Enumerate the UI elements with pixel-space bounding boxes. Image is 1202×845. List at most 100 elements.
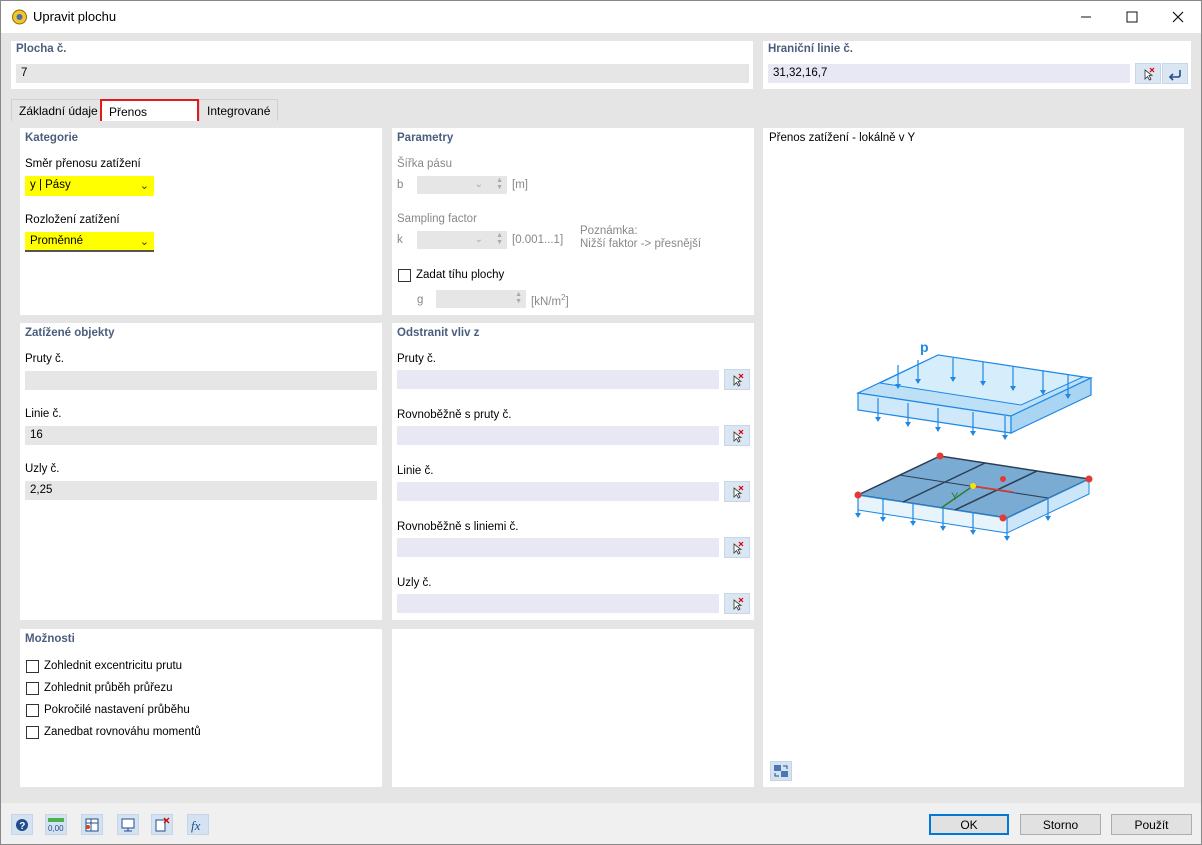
- preview-title: Přenos zatížení - lokálně v Y: [769, 132, 916, 144]
- formula-button[interactable]: fx: [187, 814, 209, 835]
- pick-nodes-button[interactable]: [724, 593, 750, 614]
- tab-integrated[interactable]: Integrované: [199, 99, 279, 121]
- pick-parallel-members-button[interactable]: [724, 425, 750, 446]
- surface-number-panel: Plocha č. 7: [11, 41, 753, 89]
- surface-number-field[interactable]: 7: [16, 64, 749, 83]
- close-icon: [1172, 11, 1184, 23]
- pick-cursor-icon: [733, 597, 744, 611]
- function-icon: fx: [191, 818, 201, 833]
- self-weight-checkbox[interactable]: [398, 269, 411, 282]
- strip-width-spinner[interactable]: ⌄ ▲ ▼: [417, 176, 507, 194]
- minimize-icon: [1081, 16, 1091, 18]
- exclude-nodes-field[interactable]: [397, 594, 719, 613]
- members-label: Pruty č.: [25, 353, 64, 365]
- exclude-parallel-members-field[interactable]: [397, 426, 719, 445]
- apply-button[interactable]: Použít: [1111, 814, 1192, 835]
- option-label: Pokročilé nastavení průběhu: [44, 704, 190, 716]
- options-panel: Možnosti Zohlednit excentricitu prutu Zo…: [20, 629, 382, 787]
- distribution-select[interactable]: Proměnné ⌄: [25, 232, 154, 252]
- undo-arrow-icon: [1168, 69, 1181, 81]
- option-checkbox[interactable]: [26, 682, 39, 695]
- spin-arrows-icon[interactable]: ▲ ▼: [496, 177, 503, 191]
- pick-lines-button[interactable]: [724, 481, 750, 502]
- help-button[interactable]: ?: [11, 814, 33, 835]
- exclude-title: Odstranit vliv z: [397, 327, 480, 339]
- option-label: Zohlednit průběh průřezu: [44, 682, 173, 694]
- units-button[interactable]: 0,00: [45, 814, 67, 835]
- direction-select[interactable]: y | Pásy ⌄: [25, 176, 154, 196]
- view-toggle-button[interactable]: [770, 761, 792, 781]
- exclude-parallel-lines-field[interactable]: [397, 538, 719, 557]
- sampling-label: Sampling factor: [397, 213, 477, 225]
- option-checkbox[interactable]: [26, 660, 39, 673]
- note-title: Poznámka:: [580, 225, 638, 237]
- help-icon: ?: [16, 818, 28, 832]
- members-field[interactable]: [25, 371, 377, 390]
- spin-arrows-icon[interactable]: ▲ ▼: [496, 232, 503, 246]
- pick-boundary-button[interactable]: [1135, 63, 1161, 84]
- distribution-label: Rozložení zatížení: [25, 214, 120, 226]
- document-select-icon: [155, 817, 170, 831]
- svg-text:0,00: 0,00: [48, 824, 64, 833]
- maximize-icon: [1126, 11, 1138, 23]
- option-checkbox[interactable]: [26, 726, 39, 739]
- pick-parallel-lines-button[interactable]: [724, 537, 750, 558]
- category-title: Kategorie: [25, 132, 79, 144]
- loaded-objects-panel: Zatížené objekty Pruty č. Linie č. 16 Uz…: [20, 323, 382, 620]
- chevron-down-icon: ⌄: [474, 179, 483, 190]
- window-title: Upravit plochu: [33, 9, 117, 24]
- option-checkbox[interactable]: [26, 704, 39, 717]
- empty-panel: [392, 629, 754, 787]
- chevron-down-icon: ⌄: [474, 234, 483, 245]
- b-unit: [m]: [512, 179, 528, 191]
- pick-cursor-icon: [733, 485, 744, 499]
- spin-arrows-icon[interactable]: ▲ ▼: [515, 291, 522, 305]
- app-icon: [12, 9, 27, 25]
- svg-text:?: ?: [19, 821, 25, 832]
- g-unit: [kN/m2]: [531, 293, 569, 308]
- exclude-parallel-members-label: Rovnoběžně s pruty č.: [397, 409, 512, 421]
- option-label: Zanedbat rovnováhu momentů: [44, 726, 201, 738]
- direction-value: y | Pásy: [30, 179, 71, 191]
- load-box: p: [855, 339, 1094, 440]
- nodes-field[interactable]: 2,25: [25, 481, 377, 500]
- select-objects-button[interactable]: [151, 814, 173, 835]
- preview-panel: Přenos zatížení - lokálně v Y p Y: [763, 128, 1184, 787]
- sampling-spinner[interactable]: ⌄ ▲ ▼: [417, 231, 507, 249]
- option-label: Zohlednit excentricitu prutu: [44, 660, 183, 672]
- options-title: Možnosti: [25, 633, 75, 645]
- pick-members-button[interactable]: [724, 369, 750, 390]
- cancel-button[interactable]: Storno: [1020, 814, 1101, 835]
- self-weight-spinner[interactable]: ▲ ▼: [436, 290, 526, 308]
- exclude-lines-label: Linie č.: [397, 465, 434, 477]
- tab-load-transfer[interactable]: Přenos zatížení: [100, 99, 199, 133]
- pick-cursor-icon: [733, 429, 744, 443]
- exclude-parallel-lines-label: Rovnoběžně s liniemi č.: [397, 521, 519, 533]
- ok-button[interactable]: OK: [929, 814, 1009, 835]
- plate-strips: Y: [854, 452, 1093, 541]
- table-view-button[interactable]: [81, 814, 103, 835]
- reverse-direction-button[interactable]: [1162, 63, 1188, 84]
- note-text: Nižší faktor -> přesnější: [580, 238, 702, 250]
- minimize-button[interactable]: [1063, 1, 1109, 33]
- exclude-members-field[interactable]: [397, 370, 719, 389]
- pick-cursor-icon: [733, 373, 744, 387]
- exclude-nodes-label: Uzly č.: [397, 577, 432, 589]
- distribution-value: Proměnné: [30, 235, 84, 247]
- k-range: [0.001...1]: [512, 234, 564, 246]
- load-symbol: p: [920, 339, 929, 355]
- boundary-lines-field[interactable]: 31,32,16,7: [768, 64, 1130, 83]
- tab-basic-data[interactable]: Základní údaje: [11, 99, 106, 121]
- maximize-button[interactable]: [1109, 1, 1155, 33]
- surface-number-label: Plocha č.: [16, 43, 67, 55]
- boundary-lines-panel: Hraniční linie č. 31,32,16,7: [763, 41, 1191, 89]
- lines-field[interactable]: 16: [25, 426, 377, 445]
- dialog-window: Upravit plochu Plocha č. 7 Hraniční lini…: [0, 0, 1202, 845]
- chevron-down-icon: ⌄: [139, 180, 149, 192]
- pick-cursor-icon: [733, 541, 744, 555]
- svg-text:fx: fx: [191, 818, 201, 833]
- display-button[interactable]: [117, 814, 139, 835]
- category-panel: Kategorie Směr přenosu zatížení y | Pásy…: [20, 128, 382, 315]
- exclude-lines-field[interactable]: [397, 482, 719, 501]
- close-button[interactable]: [1155, 1, 1201, 33]
